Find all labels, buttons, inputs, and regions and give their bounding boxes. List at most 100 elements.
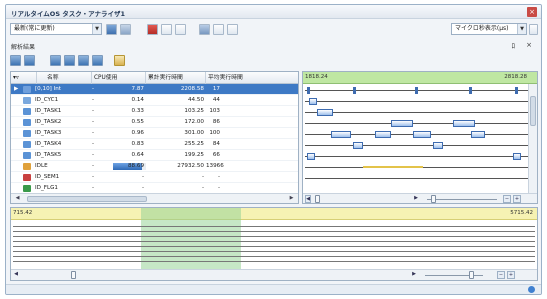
timeline-lane[interactable] (303, 85, 529, 96)
column-icon-header[interactable]: ▾▿ (11, 72, 37, 84)
timeline-scroll-thumb[interactable] (315, 195, 320, 203)
timeline-lane[interactable] (303, 96, 529, 107)
scroll-right-icon[interactable]: ▶ (287, 194, 296, 203)
copy-icon[interactable] (199, 24, 210, 35)
scroll-left-icon[interactable]: ◀ (305, 195, 311, 203)
timeline-lane[interactable] (303, 118, 529, 129)
table-horizontal-scrollbar[interactable]: ◀ ▶ (11, 193, 298, 203)
table-row[interactable]: ▶ [0,10] Int - 7.87 2208.58 17 (11, 84, 298, 95)
scrollbar-thumb[interactable] (27, 196, 147, 202)
row-avg: 13966 (206, 163, 224, 169)
results-panel-header: 解析結果 ﾛ × (6, 39, 541, 51)
overview-zoom-slider-knob[interactable] (469, 271, 474, 279)
first-event-icon[interactable] (50, 55, 61, 66)
task-icon (23, 141, 31, 148)
scrollbar-thumb[interactable] (530, 96, 536, 126)
scroll-left-icon[interactable]: ◀ (13, 271, 19, 279)
zoom-in-icon[interactable]: + (513, 195, 521, 203)
cursor-icon[interactable] (161, 24, 172, 35)
stop-icon[interactable] (147, 24, 158, 35)
column-avg-label: 平均実行時間 (208, 75, 243, 81)
results-panel-title: 解析結果 (11, 44, 36, 51)
mode-select[interactable]: 最新(常に更新) ▼ (10, 23, 102, 35)
interrupt-marker (307, 87, 310, 94)
row-cpu: - (141, 174, 144, 180)
timeline-lane[interactable] (303, 173, 529, 184)
last-event-icon[interactable] (92, 55, 103, 66)
column-avg-header[interactable]: 平均実行時間 (206, 72, 298, 84)
row-dash: - (92, 108, 95, 114)
play-icon[interactable] (106, 24, 117, 35)
timeline-lane[interactable] (303, 151, 529, 162)
close-panel-icon[interactable]: × (526, 41, 532, 49)
export-icon[interactable] (24, 55, 35, 66)
task-icon (23, 108, 31, 115)
timeline-vertical-scrollbar[interactable] (528, 84, 537, 195)
execution-segment (331, 131, 351, 138)
row-total: 103.25 (184, 108, 204, 114)
row-avg: 86 (212, 119, 220, 125)
window-title: リアルタイムOS タスク・アナライザ1 (11, 10, 126, 18)
time-unit-select[interactable]: マイクロ秒表示(μs) ▼ (451, 23, 527, 35)
table-row[interactable]: ID_TASK5 - 0.64 199.25 66 (11, 150, 298, 161)
pin-icon[interactable]: ﾛ (512, 41, 516, 51)
marker-icon[interactable] (114, 55, 125, 66)
zoom-slider-knob[interactable] (431, 195, 436, 203)
column-name-label: 名称 (47, 75, 59, 81)
document-icon[interactable] (213, 24, 224, 35)
table-row[interactable]: ID_TASK1 - 0.33 103.25 103 (11, 106, 298, 117)
column-total-header[interactable]: 累計実行時間 (146, 72, 206, 84)
timeline-time-ruler: 1818.24 2818.28 (303, 72, 537, 84)
table-row[interactable]: ID_TASK2 - 0.55 172.00 86 (11, 117, 298, 128)
scroll-left-icon[interactable]: ◀ (13, 194, 22, 203)
row-name: ID_TASK1 (35, 108, 62, 114)
zoom-in-icon[interactable]: + (507, 271, 515, 279)
row-name: ID_TASK2 (35, 119, 62, 125)
interrupt-marker (515, 87, 518, 94)
close-window-button[interactable]: × (527, 7, 537, 17)
status-bar (6, 284, 541, 294)
table-row[interactable]: ID_SEM1 - - - - (11, 172, 298, 183)
timeline-lane[interactable] (303, 129, 529, 140)
zoom-out-icon[interactable]: − (497, 271, 505, 279)
settings-icon[interactable] (227, 24, 238, 35)
save-icon[interactable] (120, 24, 131, 35)
table-row[interactable]: IDLE - 88.69 27932.50 13966 (11, 161, 298, 172)
row-expand-icon[interactable]: ▶ (14, 84, 22, 95)
next-event-icon[interactable] (78, 55, 89, 66)
zoom-out-icon[interactable]: − (503, 195, 511, 203)
previous-event-icon[interactable] (64, 55, 75, 66)
row-cpu: 88.69 (127, 163, 144, 169)
overview-footer: ◀ ▶ − + (11, 269, 537, 280)
row-dash: - (92, 86, 95, 92)
status-indicator-icon (528, 286, 535, 293)
row-total: 44.50 (187, 97, 204, 103)
list-icon[interactable] (175, 24, 186, 35)
scroll-right-icon[interactable]: ▶ (411, 271, 417, 279)
task-icon (23, 119, 31, 126)
column-cpu-header[interactable]: CPU使用 (92, 72, 146, 84)
timeline-lane[interactable] (303, 107, 529, 118)
row-avg: 84 (212, 141, 220, 147)
execution-segment (317, 109, 333, 116)
overview-zoom-slider-track[interactable] (425, 275, 483, 276)
analyzer-window: リアルタイムOS タスク・アナライザ1 × 最新(常に更新) ▼ マイクロ秒表示… (5, 4, 542, 295)
overview-scroll-thumb[interactable] (71, 271, 76, 279)
table-row[interactable]: ID_TASK3 - 0.96 301.00 100 (11, 128, 298, 139)
column-name-header[interactable]: 名称 (37, 72, 92, 84)
timeline-lane[interactable] (303, 162, 529, 173)
dropdown-arrow-icon[interactable] (529, 24, 538, 35)
timeline-lane[interactable] (303, 140, 529, 151)
row-total: 301.00 (184, 130, 204, 136)
zoom-fit-icon[interactable] (10, 55, 21, 66)
execution-segment (309, 98, 317, 105)
overview-lane (13, 246, 535, 247)
lane-baseline (305, 145, 529, 146)
table-row[interactable]: ID_TASK4 - 0.83 255.25 84 (11, 139, 298, 150)
scroll-right-icon[interactable]: ▶ (413, 195, 419, 203)
zoom-slider-track[interactable] (427, 199, 497, 200)
row-avg: 17 (212, 86, 220, 92)
table-header: ▾▿ 名称 CPU使用 累計実行時間 平均実行時間 (11, 72, 298, 84)
table-row[interactable]: ID_CYC1 - 0.14 44.50 44 (11, 95, 298, 106)
timeline-end-label: 2818.28 (504, 74, 527, 80)
